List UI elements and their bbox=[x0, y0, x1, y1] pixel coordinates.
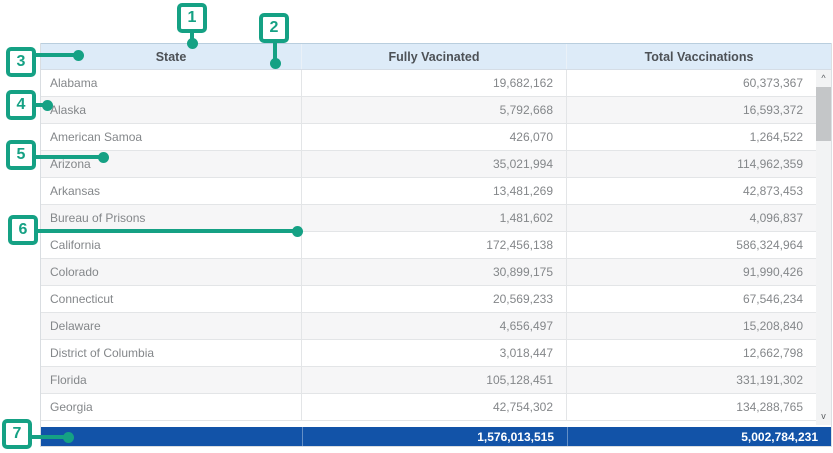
table-row: Colorado30,899,17591,990,426 bbox=[41, 259, 816, 286]
cell-total-vaccinations: 42,873,453 bbox=[566, 178, 816, 204]
scrollbar-up-button[interactable]: ^ bbox=[816, 70, 831, 87]
cell-total-vaccinations: 91,990,426 bbox=[566, 259, 816, 285]
cell-fully-vacinated: 20,569,233 bbox=[301, 286, 566, 312]
table-body: Alabama19,682,16260,373,367Alaska5,792,6… bbox=[41, 70, 816, 425]
cell-state: Arkansas bbox=[41, 178, 301, 204]
cell-fully-vacinated: 3,018,447 bbox=[301, 340, 566, 366]
cell-fully-vacinated: 1,481,602 bbox=[301, 205, 566, 231]
table-row: Alaska5,792,66816,593,372 bbox=[41, 97, 816, 124]
annotation-dot-7 bbox=[63, 432, 74, 443]
cell-total-vaccinations: 67,546,234 bbox=[566, 286, 816, 312]
cell-total-vaccinations: 134,288,765 bbox=[566, 394, 816, 420]
annotation-marker-4: 4 bbox=[6, 90, 36, 120]
cell-state: Georgia bbox=[41, 394, 301, 420]
cell-state: Colorado bbox=[41, 259, 301, 285]
cell-state: Connecticut bbox=[41, 286, 301, 312]
totals-fully-vacinated: 1,576,013,515 bbox=[302, 427, 567, 446]
table-body-viewport: Alabama19,682,16260,373,367Alaska5,792,6… bbox=[41, 70, 831, 425]
cell-state: California bbox=[41, 232, 301, 258]
cell-total-vaccinations: 586,324,964 bbox=[566, 232, 816, 258]
table-row: Delaware4,656,49715,208,840 bbox=[41, 313, 816, 340]
annotation-marker-6: 6 bbox=[8, 215, 38, 245]
annotation-dot-4 bbox=[42, 100, 53, 111]
totals-state-cell bbox=[41, 427, 302, 446]
cell-fully-vacinated: 426,070 bbox=[301, 124, 566, 150]
annotation-dot-2 bbox=[270, 58, 281, 69]
annotation-marker-1: 1 bbox=[177, 3, 207, 33]
totals-total-vaccinations: 5,002,784,231 bbox=[567, 427, 831, 446]
column-header-fully-vacinated: Fully Vacinated bbox=[301, 44, 566, 69]
cell-fully-vacinated: 4,656,497 bbox=[301, 313, 566, 339]
cell-fully-vacinated: 172,456,138 bbox=[301, 232, 566, 258]
cell-state: District of Columbia bbox=[41, 340, 301, 366]
cell-fully-vacinated: 19,682,162 bbox=[301, 70, 566, 96]
cell-total-vaccinations: 1,264,522 bbox=[566, 124, 816, 150]
table-row: California172,456,138586,324,964 bbox=[41, 232, 816, 259]
annotation-marker-5: 5 bbox=[6, 140, 36, 170]
table-row: District of Columbia3,018,44712,662,798 bbox=[41, 340, 816, 367]
cell-fully-vacinated: 5,792,668 bbox=[301, 97, 566, 123]
table-row: Alabama19,682,16260,373,367 bbox=[41, 70, 816, 97]
vertical-scrollbar[interactable]: ^ v bbox=[816, 70, 831, 425]
cell-total-vaccinations: 15,208,840 bbox=[566, 313, 816, 339]
cell-state: Alabama bbox=[41, 70, 301, 96]
cell-total-vaccinations: 60,373,367 bbox=[566, 70, 816, 96]
scrollbar-track[interactable] bbox=[816, 87, 831, 408]
cell-state: Delaware bbox=[41, 313, 301, 339]
annotation-marker-7: 7 bbox=[2, 419, 32, 449]
annotation-dot-6 bbox=[292, 226, 303, 237]
chevron-up-icon: ^ bbox=[821, 74, 825, 83]
cell-state: Alaska bbox=[41, 97, 301, 123]
scrollbar-down-button[interactable]: v bbox=[816, 408, 831, 425]
cell-fully-vacinated: 13,481,269 bbox=[301, 178, 566, 204]
annotation-dot-1 bbox=[187, 38, 198, 49]
cell-fully-vacinated: 105,128,451 bbox=[301, 367, 566, 393]
annotation-dot-5 bbox=[98, 152, 109, 163]
cell-total-vaccinations: 16,593,372 bbox=[566, 97, 816, 123]
cell-state: Bureau of Prisons bbox=[41, 205, 301, 231]
cell-fully-vacinated: 42,754,302 bbox=[301, 394, 566, 420]
cell-fully-vacinated: 30,899,175 bbox=[301, 259, 566, 285]
totals-row: 1,576,013,515 5,002,784,231 bbox=[41, 427, 831, 447]
cell-total-vaccinations: 114,962,359 bbox=[566, 151, 816, 177]
cell-state: Florida bbox=[41, 367, 301, 393]
vaccination-table: State Fully Vacinated Total Vaccinations… bbox=[40, 43, 832, 447]
cell-state: American Samoa bbox=[41, 124, 301, 150]
table-row: Connecticut20,569,23367,546,234 bbox=[41, 286, 816, 313]
cell-fully-vacinated: 35,021,994 bbox=[301, 151, 566, 177]
table-row: Arizona35,021,994114,962,359 bbox=[41, 151, 816, 178]
column-header-total-vaccinations: Total Vaccinations bbox=[566, 44, 831, 69]
table-row: Bureau of Prisons1,481,6024,096,837 bbox=[41, 205, 816, 232]
annotation-line-6 bbox=[36, 229, 297, 233]
cell-total-vaccinations: 331,191,302 bbox=[566, 367, 816, 393]
table-row: Arkansas13,481,26942,873,453 bbox=[41, 178, 816, 205]
annotation-line-3 bbox=[34, 53, 78, 57]
scrollbar-thumb[interactable] bbox=[816, 87, 831, 141]
annotation-dot-3 bbox=[73, 50, 84, 61]
annotation-marker-2: 2 bbox=[259, 13, 289, 43]
table-row: Florida105,128,451331,191,302 bbox=[41, 367, 816, 394]
dashboard-canvas: State Fully Vacinated Total Vaccinations… bbox=[0, 0, 833, 453]
chevron-down-icon: v bbox=[821, 412, 826, 421]
annotation-line-5 bbox=[34, 155, 103, 159]
cell-total-vaccinations: 4,096,837 bbox=[566, 205, 816, 231]
cell-total-vaccinations: 12,662,798 bbox=[566, 340, 816, 366]
table-header: State Fully Vacinated Total Vaccinations bbox=[41, 43, 831, 70]
table-row: Georgia42,754,302134,288,765 bbox=[41, 394, 816, 421]
table-row: American Samoa426,0701,264,522 bbox=[41, 124, 816, 151]
annotation-marker-3: 3 bbox=[6, 47, 36, 77]
